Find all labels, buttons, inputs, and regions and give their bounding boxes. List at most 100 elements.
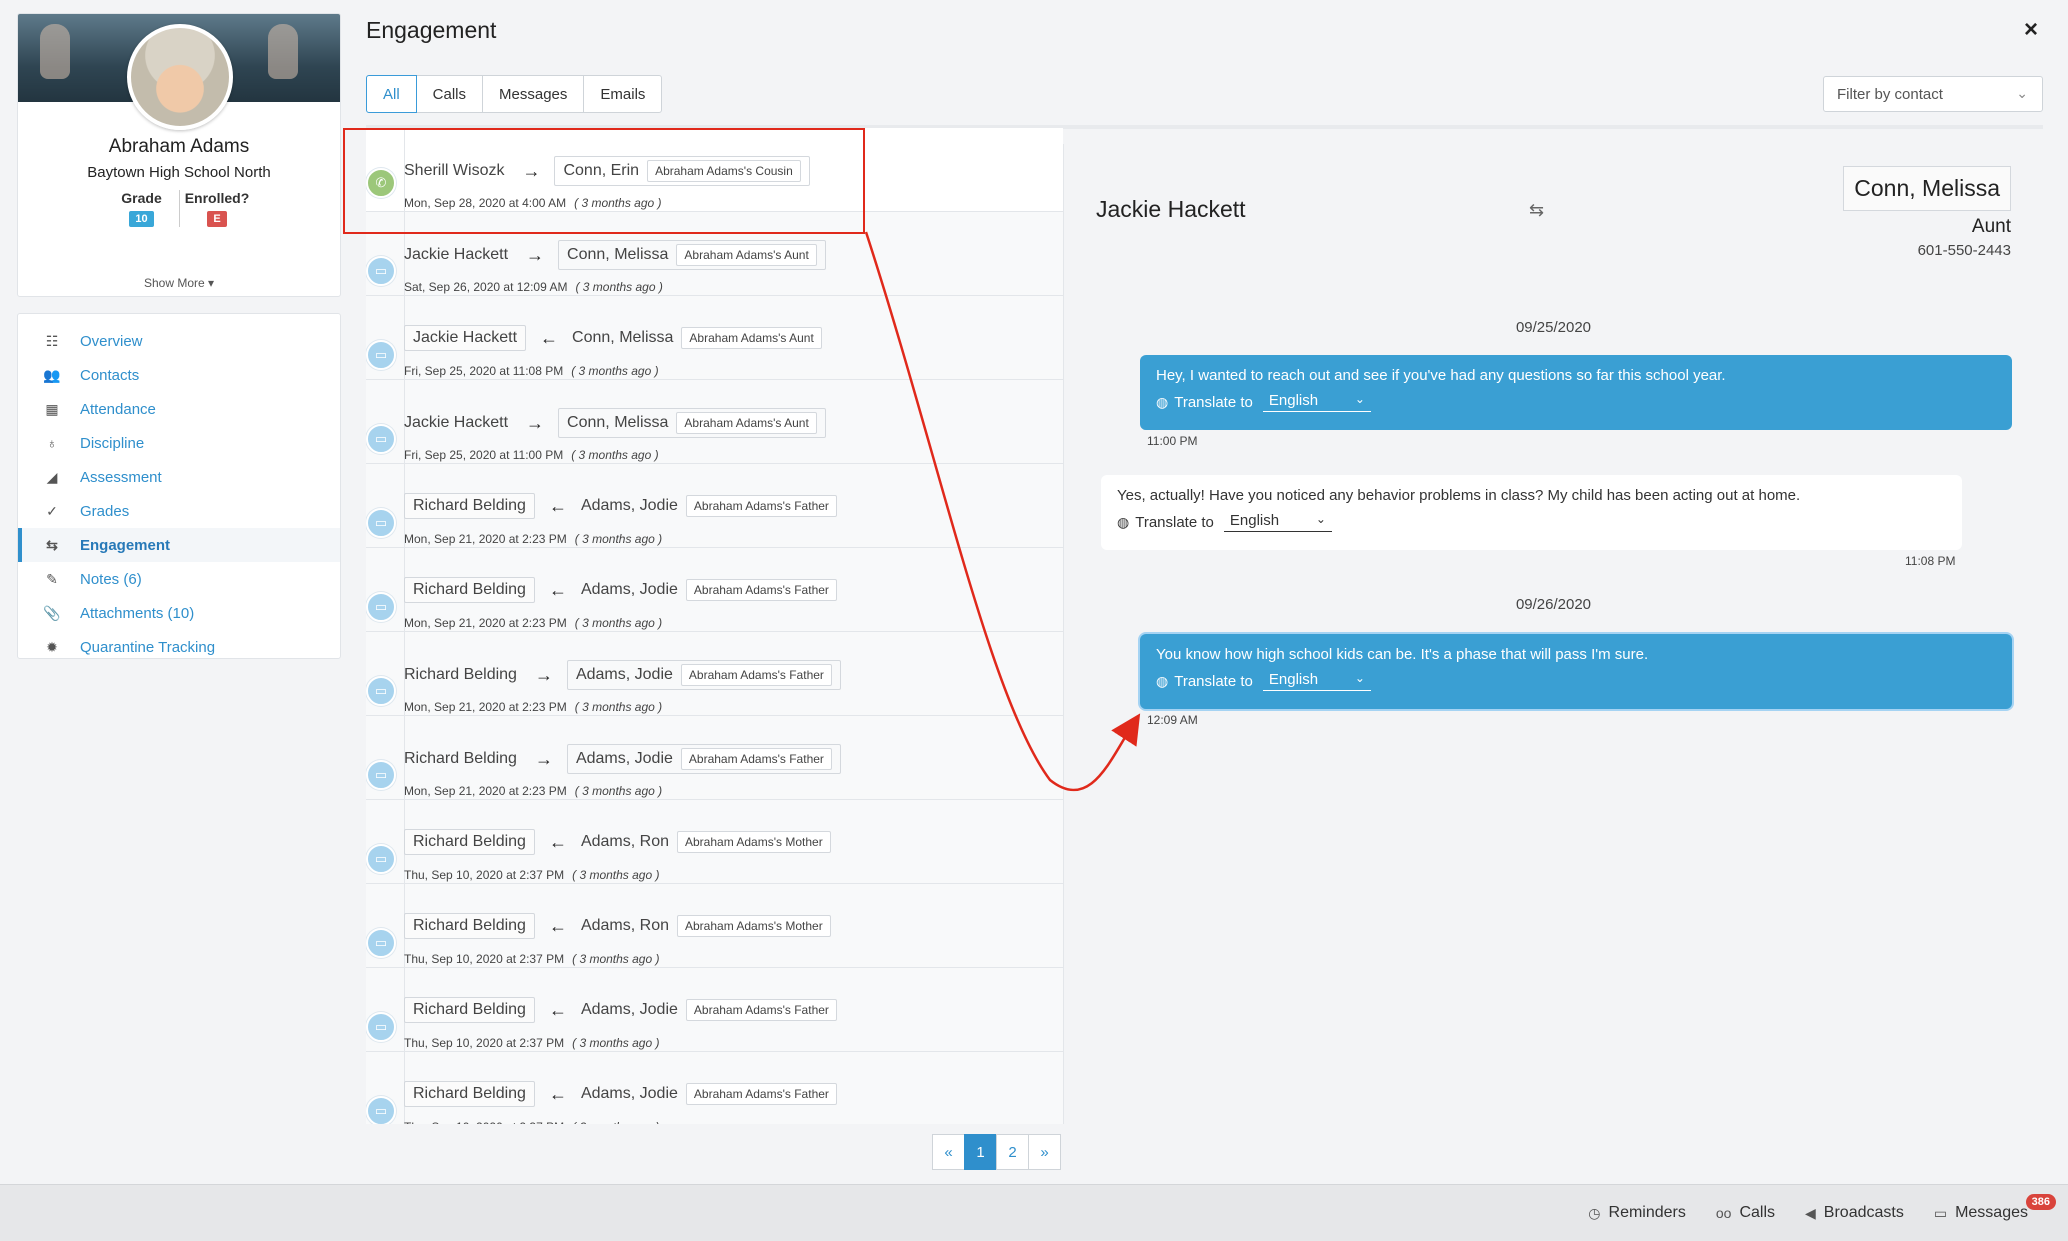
list-item[interactable]: ▭ Richard Belding ← Adams, Jodie Abraham Ada… xyxy=(366,1052,1063,1124)
relation-badge: Abraham Adams's Father xyxy=(680,664,832,686)
chat-icon: ▭ xyxy=(366,676,396,706)
pagination-next-button[interactable]: » xyxy=(1028,1134,1061,1170)
banner-decoration xyxy=(40,24,70,79)
sender-name: Richard Belding xyxy=(404,913,535,939)
swap-direction-icon[interactable]: ⇆ xyxy=(1529,200,1544,221)
footer-broadcasts-button[interactable]: ◀ Broadcasts xyxy=(1805,1204,1904,1222)
tab-messages[interactable]: Messages xyxy=(482,75,585,113)
chat-icon: ▭ xyxy=(366,508,396,538)
list-item[interactable]: ▭ Richard Belding ← Adams, Jodie Abraham Ada… xyxy=(366,968,1063,1052)
direction-arrow: → xyxy=(534,748,553,769)
contact-chip: Adams, Ron Abraham Adams's Mother xyxy=(581,912,839,940)
row-timestamp: Mon, Sep 21, 2020 at 2:23 PM ( 3 months a… xyxy=(404,784,662,798)
pagination-prev-button[interactable]: « xyxy=(932,1134,965,1170)
sidebar-item-overview[interactable]: ☷ Overview xyxy=(18,324,340,358)
row-participants: Richard Belding ← Adams, Jodie Abraham Adam… xyxy=(404,492,845,520)
sidebar-item-engagement[interactable]: ⇆ Engagement xyxy=(18,528,340,562)
language-value: English xyxy=(1229,512,1280,529)
sidebar-item-grades[interactable]: ✓ Grades xyxy=(18,494,340,528)
grade-label: Grade xyxy=(121,190,162,206)
sidebar-item-label: Quarantine Tracking xyxy=(80,638,216,656)
sidebar-item-attachments[interactable]: 📎 Attachments (10) xyxy=(18,596,340,630)
list-item[interactable]: ▭ Richard Belding ← Adams, Jodie Abraham Ada… xyxy=(366,464,1063,548)
translate-label: Translate to xyxy=(1135,513,1214,531)
message-bubble-outgoing: Hey, I wanted to reach out and see if yo… xyxy=(1140,355,2012,430)
row-participants: Richard Belding ← Adams, Jodie Abraham Adam… xyxy=(404,996,845,1024)
direction-arrow: → xyxy=(526,412,545,433)
show-more-link[interactable]: Show More ▾ xyxy=(18,276,340,290)
contact-name: Adams, Jodie xyxy=(580,581,678,598)
filter-by-contact-select[interactable]: Filter by contact ⌄ xyxy=(1823,76,2043,112)
sidebar-item-assessment[interactable]: ◢ Assessment xyxy=(18,460,340,494)
recipient-name: Conn, Melissa xyxy=(1843,166,2011,211)
calendar-icon: ▦ xyxy=(45,400,59,417)
direction-arrow: ← xyxy=(548,495,567,516)
row-date: Sat, Sep 26, 2020 at 12:09 AM xyxy=(404,280,568,294)
language-select[interactable]: English ⌄ xyxy=(1223,512,1332,532)
list-item[interactable]: ▭ Richard Belding ← Adams, Ron Abraham Adams… xyxy=(366,800,1063,884)
direction-arrow: ← xyxy=(548,579,567,600)
engagement-list[interactable]: ✆ Sherill Wisozk → Conn, Erin Abraham Adams'… xyxy=(366,128,1063,1124)
pagination-page-1[interactable]: 1 xyxy=(964,1134,997,1170)
row-timestamp: Thu, Sep 10, 2020 at 2:37 PM ( 3 months a… xyxy=(404,868,659,882)
list-item[interactable]: ▭ Richard Belding ← Adams, Jodie Abraham Ada… xyxy=(366,548,1063,632)
sidebar-item-label: Attendance xyxy=(80,400,156,418)
row-participants: Jackie Hackett → Conn, Melissa Abraham Adam… xyxy=(404,240,826,270)
row-date: Thu, Sep 10, 2020 at 2:37 PM xyxy=(404,1036,565,1050)
language-select[interactable]: English ⌄ xyxy=(1262,392,1371,412)
sender-name: Richard Belding xyxy=(404,829,535,855)
row-participants: Richard Belding → Adams, Jodie Abraham Adam… xyxy=(404,744,841,774)
row-relative-time: ( 3 months ago ) xyxy=(571,364,659,378)
relation-badge: Abraham Adams's Father xyxy=(685,1083,837,1105)
sidebar-item-label: Contacts xyxy=(80,366,140,384)
sidebar-item-label: Assessment xyxy=(80,468,162,486)
annotation-highlight-box xyxy=(343,128,865,234)
sender-name: Richard Belding xyxy=(404,493,535,519)
list-item[interactable]: ▭ Richard Belding → Adams, Jodie Abraham Ada… xyxy=(366,632,1063,716)
row-relative-time: ( 3 months ago ) xyxy=(574,784,663,798)
sidebar-item-label: Attachments (10) xyxy=(80,604,195,622)
sidebar-item-contacts[interactable]: 👥 Contacts xyxy=(18,358,340,392)
sidebar-item-attendance[interactable]: ▦ Attendance xyxy=(18,392,340,426)
list-item[interactable]: ▭ Richard Belding ← Adams, Ron Abraham Adams… xyxy=(366,884,1063,968)
list-icon: ☷ xyxy=(45,332,59,349)
clock-icon: ◷ xyxy=(1588,1204,1601,1221)
close-icon[interactable]: × xyxy=(2024,16,2038,44)
footer-messages-button[interactable]: ▭ Messages 386 xyxy=(1934,1194,2056,1222)
direction-arrow: ← xyxy=(540,327,559,348)
direction-arrow: ← xyxy=(548,999,567,1020)
contact-name: Adams, Jodie xyxy=(580,497,678,514)
sender-name: Richard Belding xyxy=(404,997,535,1023)
message-time: 11:08 PM xyxy=(1905,554,1956,568)
sidebar-item-notes[interactable]: ✎ Notes (6) xyxy=(18,562,340,596)
sidebar-item-quarantine[interactable]: ✹ Quarantine Tracking xyxy=(18,630,340,664)
row-date: Mon, Sep 21, 2020 at 2:23 PM xyxy=(404,700,567,714)
message-detail-panel: Jackie Hackett ⇆ Conn, Melissa Aunt 601-… xyxy=(1063,144,2043,1124)
direction-arrow: ← xyxy=(548,915,567,936)
sender-name: Richard Belding xyxy=(404,577,535,603)
footer-reminders-button[interactable]: ◷ Reminders xyxy=(1588,1204,1686,1222)
contact-chip: Adams, Jodie Abraham Adams's Father xyxy=(566,744,841,774)
tab-calls[interactable]: Calls xyxy=(415,75,484,113)
engagement-tabs: All Calls Messages Emails xyxy=(366,75,663,113)
row-date: Mon, Sep 21, 2020 at 2:23 PM xyxy=(404,784,567,798)
tab-all[interactable]: All xyxy=(366,75,417,113)
pagination-page-2[interactable]: 2 xyxy=(996,1134,1029,1170)
sidebar-item-discipline[interactable]: ♁ Discipline xyxy=(18,426,340,460)
language-value: English xyxy=(1268,671,1319,688)
row-relative-time: ( 3 months ago ) xyxy=(572,868,660,882)
tab-emails[interactable]: Emails xyxy=(583,75,663,113)
contact-chip: Adams, Jodie Abraham Adams's Father xyxy=(581,576,845,604)
footer-label: Broadcasts xyxy=(1823,1204,1904,1221)
list-item[interactable]: ▭ Richard Belding → Adams, Jodie Abraham Ada… xyxy=(366,716,1063,800)
avatar[interactable] xyxy=(127,24,233,130)
contact-chip: Conn, Melissa Abraham Adams's Aunt xyxy=(558,408,826,438)
row-date: Thu, Sep 10, 2020 at 2:37 PM xyxy=(404,868,565,882)
list-item[interactable]: ▭ Jackie Hackett ← Conn, Melissa Abraham Ada… xyxy=(366,296,1063,380)
row-date: Thu, Sep 10, 2020 at 2:37 PM xyxy=(404,952,565,966)
sidebar-item-label: Notes (6) xyxy=(80,570,142,588)
list-item[interactable]: ▭ Jackie Hackett → Conn, Melissa Abraham Ada… xyxy=(366,380,1063,464)
language-select[interactable]: English ⌄ xyxy=(1262,671,1371,691)
language-value: English xyxy=(1268,392,1319,409)
footer-calls-button[interactable]: oo Calls xyxy=(1716,1204,1775,1222)
